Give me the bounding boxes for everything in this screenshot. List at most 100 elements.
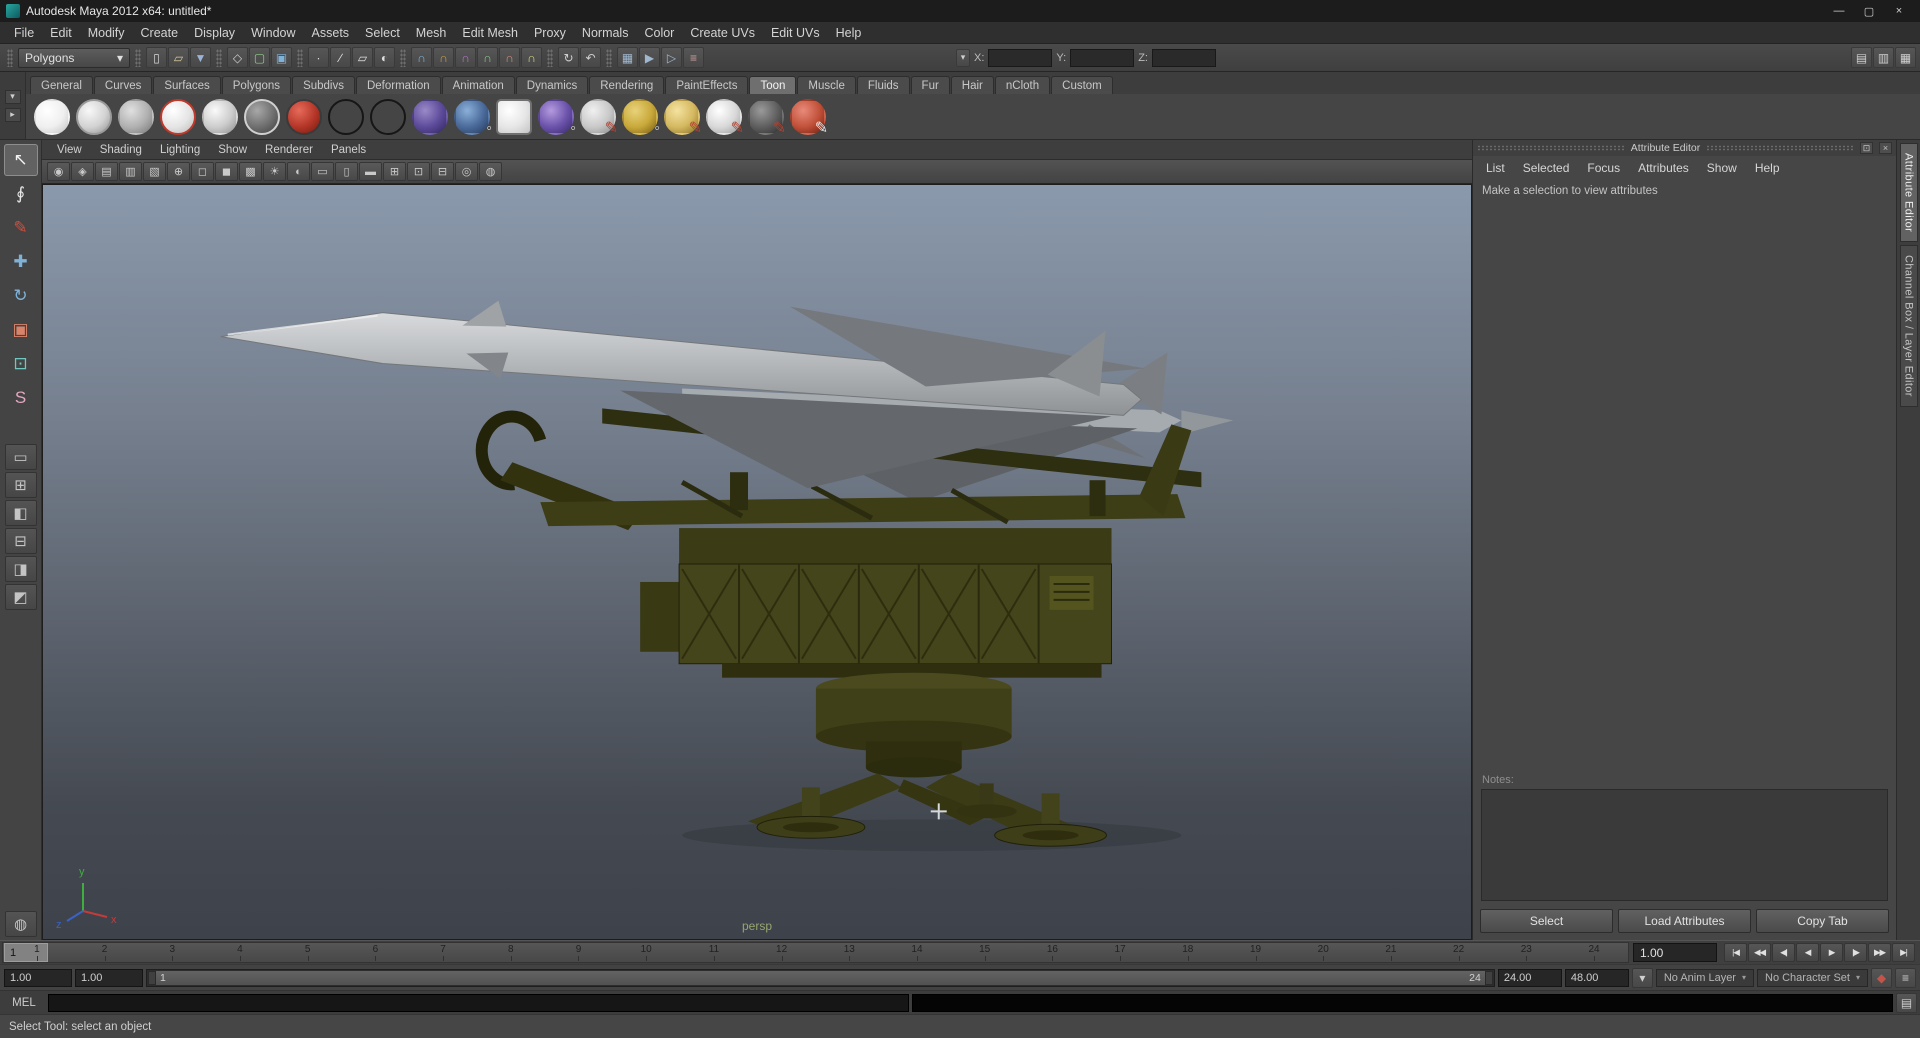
menu-assets[interactable]: Assets [304,24,358,42]
panel-menu-panels[interactable]: Panels [322,143,375,157]
shelf-tab-fur[interactable]: Fur [910,76,950,94]
menu-proxy[interactable]: Proxy [526,24,574,42]
shelf-tab-fluids[interactable]: Fluids [856,76,910,94]
step-back-one-key-button[interactable]: ◀| [1772,943,1795,962]
snap-to-curves-icon[interactable]: ∩ [433,47,454,68]
shelf-tab-custom[interactable]: Custom [1051,76,1113,94]
notes-field[interactable] [1481,789,1888,901]
save-scene-icon[interactable]: ▼ [190,47,211,68]
shelf-tab-dynamics[interactable]: Dynamics [515,76,589,94]
camera-attributes-icon[interactable]: ▤ [95,162,118,181]
menu-window[interactable]: Window [243,24,303,42]
auto-keyframe-icon[interactable]: ◆ [1871,967,1892,988]
play-forwards-button[interactable]: ▶ [1820,943,1843,962]
copy-tab-button[interactable]: Copy Tab [1756,909,1889,933]
lasso-select-tool[interactable]: ∮ [4,178,38,210]
playback-start-field[interactable] [75,968,143,987]
float-panel-icon[interactable]: ⊡ [1860,142,1874,154]
x-ray-icon[interactable]: ◍ [479,162,502,181]
toon-shelf-paint-line-width-icon[interactable]: ✎ [580,98,618,137]
universal-manipulator-tool[interactable]: ⊡ [4,348,38,380]
select-by-object-icon[interactable]: ▢ [249,47,270,68]
command-line-language-toggle[interactable]: MEL [3,997,45,1009]
field-chart-icon[interactable]: ⊞ [383,162,406,181]
menu-display[interactable]: Display [186,24,243,42]
lock-camera-icon[interactable]: ◈ [71,162,94,181]
snap-to-view-planes-icon[interactable]: ∩ [499,47,520,68]
shelf-tab-painteffects[interactable]: PaintEffects [665,76,749,94]
rotate-tool[interactable]: ↻ [4,280,38,312]
collapse-handle[interactable] [606,48,612,67]
panel-menu-show[interactable]: Show [209,143,256,157]
select-mask-points-icon[interactable]: ∙ [308,47,329,68]
play-backwards-button[interactable]: ◀ [1796,943,1819,962]
show-attribute-editor-button[interactable]: ▤ [1851,47,1872,68]
safe-action-icon[interactable]: ⊡ [407,162,430,181]
anim-layer-selector[interactable]: No Anim Layer ▾ [1655,968,1754,987]
menu-create-uvs[interactable]: Create UVs [682,24,763,42]
show-tool-settings-button[interactable]: ▥ [1873,47,1894,68]
toon-shelf-three-tone-fill-icon[interactable] [202,98,238,135]
shelf-tab-deformation[interactable]: Deformation [355,76,441,94]
collapse-handle[interactable] [7,48,13,67]
collapse-handle[interactable] [297,48,303,67]
render-settings-icon[interactable]: ≡ [683,47,704,68]
tab-attribute-editor[interactable]: Attribute Editor [1899,143,1918,243]
menu-set-selector[interactable]: Polygons ▾ [18,47,130,68]
gate-mask-icon[interactable]: ▬ [359,162,382,181]
resolution-gate-icon[interactable]: ▯ [335,162,358,181]
select-button[interactable]: Select [1480,909,1613,933]
paint-selection-tool[interactable]: ✎ [4,212,38,244]
go-to-playback-start-button[interactable]: |◀ [1724,943,1747,962]
snap-to-points-icon[interactable]: ∩ [455,47,476,68]
render-current-frame-icon[interactable]: ▶ [639,47,660,68]
shelf-tab-muscle[interactable]: Muscle [797,76,856,94]
shelf-menu-icon[interactable]: ▸ [4,107,21,122]
select-mask-rendering-icon[interactable]: ◐ [374,47,395,68]
menu-help[interactable]: Help [828,24,870,42]
ae-menu-selected[interactable]: Selected [1514,159,1579,177]
range-slider[interactable]: 1 24 [146,968,1495,987]
load-attributes-button[interactable]: Load Attributes [1618,909,1751,933]
toon-shelf-pfx-toon-gold-icon[interactable]: ✎ [664,98,702,137]
snap-to-grids-icon[interactable]: ∩ [411,47,432,68]
layout-hypershade-persp-button[interactable]: ◩ [4,584,37,610]
menu-edit[interactable]: Edit [42,24,80,42]
menu-edit-uvs[interactable]: Edit UVs [763,24,828,42]
ae-menu-list[interactable]: List [1477,159,1514,177]
toon-shelf-crease-line-icon[interactable] [412,98,448,135]
wireframe-mode-icon[interactable]: ◻ [191,162,214,181]
menu-modify[interactable]: Modify [80,24,133,42]
select-tool[interactable]: ↖ [3,144,38,176]
shelf-tab-subdivs[interactable]: Subdivs [292,76,355,94]
toon-shelf-border-line-icon[interactable] [370,98,406,135]
command-line-input[interactable] [48,993,910,1012]
command-line-result[interactable] [912,993,1893,1012]
panel-drag-handle[interactable] [1706,145,1855,151]
shelf-tab-general[interactable]: General [30,76,93,94]
toon-shelf-pfx-toon-silver-icon[interactable]: ✎ [706,98,744,137]
select-by-hierarchy-icon[interactable]: ◇ [227,47,248,68]
make-live-icon[interactable]: ∩ [521,47,542,68]
step-back-one-frame-button[interactable]: ◀◀ [1748,943,1771,962]
layout-persp-outliner-button[interactable]: ◧ [4,500,37,526]
layout-single-pane-button[interactable]: ▭ [4,444,37,470]
toon-shelf-rim-light-fill-icon[interactable] [160,98,196,135]
animation-end-field[interactable] [1564,968,1629,987]
step-forward-one-frame-button[interactable]: ▶▶ [1868,943,1891,962]
input-line-mode-icon[interactable]: ▾ [956,48,970,67]
shelf-tab-curves[interactable]: Curves [93,76,153,94]
menu-color[interactable]: Color [636,24,682,42]
layout-two-panes-stacked-button[interactable]: ⊟ [4,528,37,554]
toon-shelf-solid-fill-icon[interactable] [34,98,70,135]
ae-menu-help[interactable]: Help [1746,159,1789,177]
close-button[interactable]: × [1884,2,1914,20]
layout-menu-button[interactable]: ◍ [4,911,37,937]
ae-menu-show[interactable]: Show [1698,159,1746,177]
go-to-playback-end-button[interactable]: ▶| [1892,943,1915,962]
toon-shelf-remove-outline-icon[interactable]: ◦ [538,98,576,137]
smooth-shade-mode-icon[interactable]: ◼ [215,162,238,181]
image-plane-icon[interactable]: ▧ [143,162,166,181]
shadows-icon[interactable]: ◐ [287,162,310,181]
collapse-handle[interactable] [216,48,222,67]
